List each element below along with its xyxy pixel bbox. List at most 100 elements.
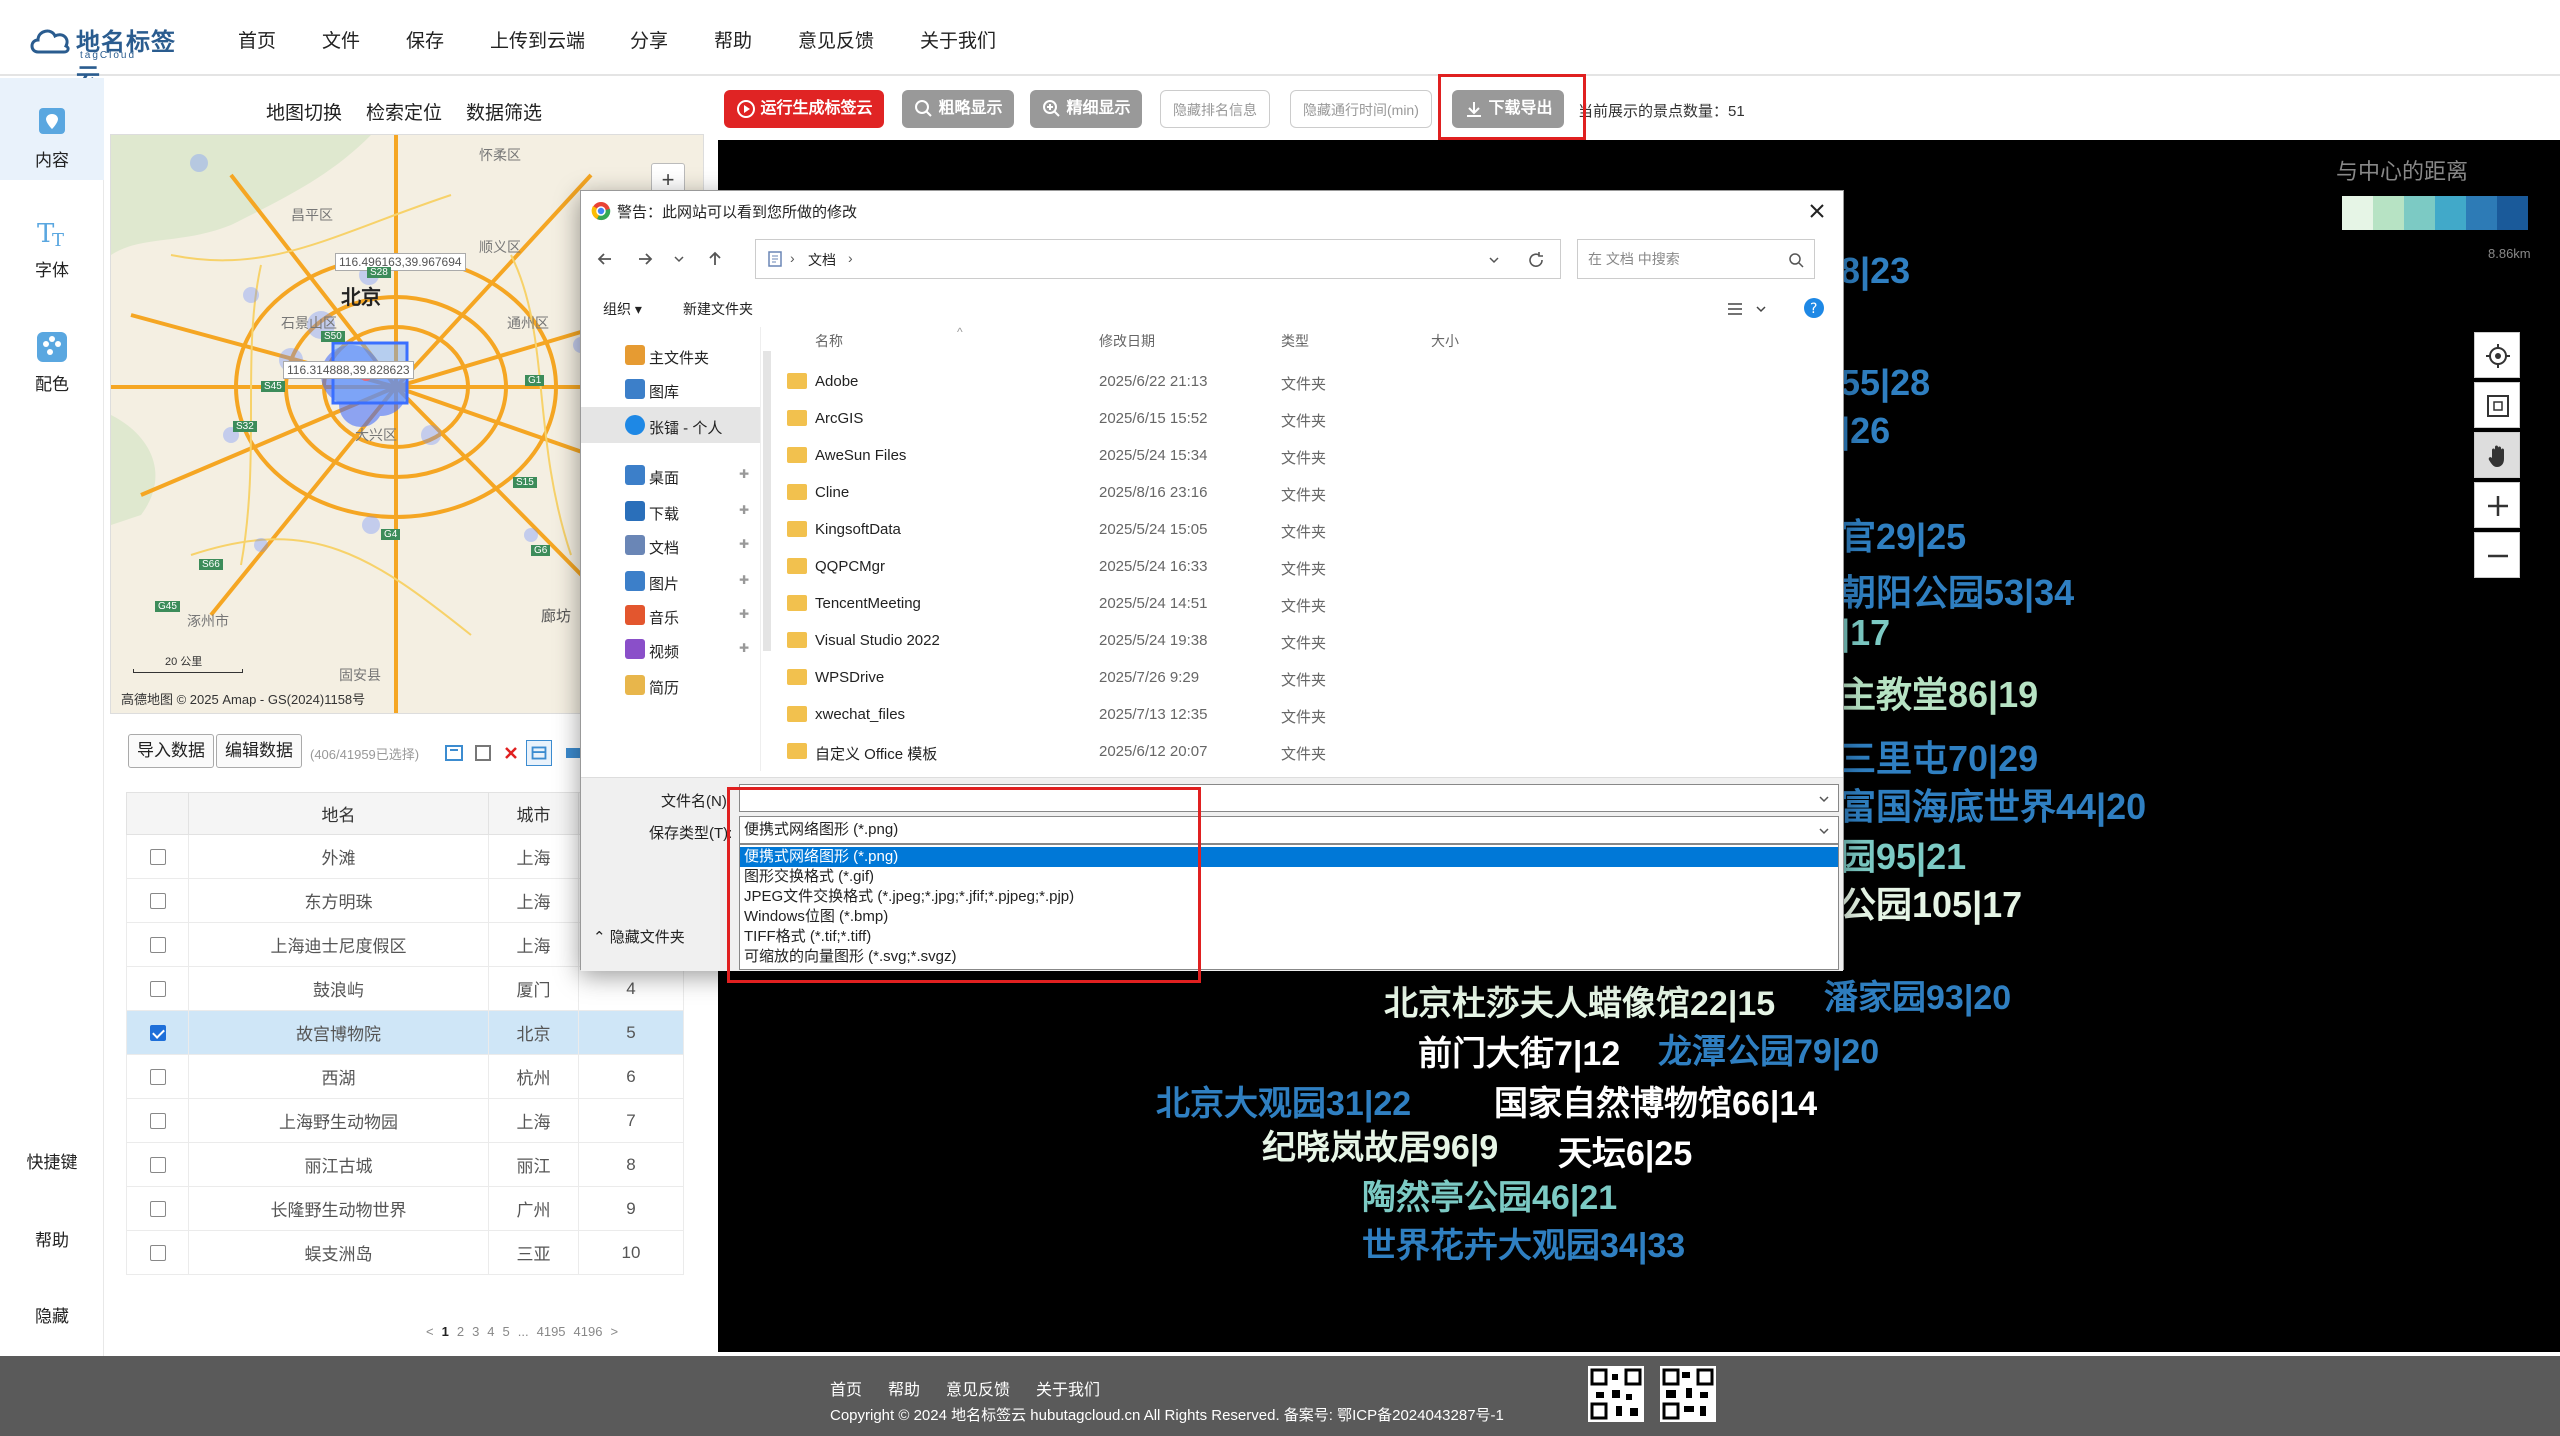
cloud-word[interactable]: 主教堂86|19	[1840, 666, 2038, 718]
table-row[interactable]: 故宫博物院 北京 5	[126, 1010, 684, 1055]
cloud-word[interactable]: 三里屯70|29	[1840, 730, 2038, 782]
cloud-word[interactable]: |17	[1840, 612, 1890, 654]
cloud-word[interactable]: |26	[1840, 410, 1890, 452]
filetype-option[interactable]: 可缩放的向量图形 (*.svg;*.svgz)	[740, 947, 1838, 967]
file-row[interactable]: ArcGIS 2025/6/15 15:52 文件夹	[777, 400, 1845, 437]
row-checkbox[interactable]	[149, 1245, 166, 1262]
cloud-word[interactable]: 北京大观园31|22	[1156, 1076, 1411, 1125]
nav-item[interactable]: 图片 ✚	[581, 563, 760, 599]
cloud-word[interactable]: 园95|21	[1840, 828, 1966, 880]
refresh-icon[interactable]	[442, 740, 468, 766]
cloud-word[interactable]: 天坛6|25	[1558, 1126, 1692, 1175]
footer-about[interactable]: 关于我们	[1036, 1376, 1100, 1400]
cloud-word[interactable]: 潘家园93|20	[1824, 970, 2011, 1019]
zoom-out-button[interactable]	[2474, 532, 2520, 578]
sidebar-hide[interactable]: 隐藏	[0, 1302, 104, 1327]
row-checkbox[interactable]	[149, 1069, 166, 1086]
cloud-word[interactable]: 55|28	[1840, 362, 1930, 404]
row-checkbox[interactable]	[149, 1113, 166, 1130]
new-folder-button[interactable]: 新建文件夹	[683, 299, 753, 319]
row-checkbox[interactable]	[149, 981, 166, 998]
logo[interactable]: 地名标签云 tagCloud	[28, 18, 198, 91]
table-row[interactable]: 长隆野生动物世界 广州 9	[126, 1186, 684, 1231]
file-row[interactable]: WPSDrive 2025/7/26 9:29 文件夹	[777, 659, 1845, 696]
nav-item[interactable]: 桌面 ✚	[581, 457, 760, 493]
row-check-cell[interactable]	[126, 1186, 189, 1231]
page-link[interactable]: 2	[457, 1324, 464, 1339]
row-check-cell[interactable]	[126, 1098, 189, 1143]
row-check-cell[interactable]	[126, 834, 189, 879]
nav-feedback[interactable]: 意见反馈	[798, 26, 874, 53]
nav-item[interactable]: 张镭 - 个人	[581, 407, 760, 443]
back-arrow-icon[interactable]	[595, 249, 615, 269]
page-link[interactable]: 3	[472, 1324, 479, 1339]
organize-button[interactable]: 组织 ▾	[603, 299, 642, 319]
forward-arrow-icon[interactable]	[635, 249, 655, 269]
tab-data-filter[interactable]: 数据筛选	[466, 98, 542, 125]
page-link[interactable]: <	[426, 1324, 434, 1339]
page-link[interactable]: 4195	[537, 1324, 566, 1339]
refresh-icon[interactable]	[1526, 250, 1546, 270]
table-row[interactable]: 鼓浪屿 厦门 4	[126, 966, 684, 1011]
row-check-cell[interactable]	[126, 966, 189, 1011]
hide-time-button[interactable]: 隐藏通行时间(min)	[1290, 90, 1432, 128]
sidebar-item-font[interactable]: T T 字体	[0, 216, 104, 281]
page-link[interactable]: >	[610, 1324, 618, 1339]
cloud-word[interactable]: 前门大街7|12	[1418, 1026, 1620, 1075]
nav-item[interactable]: 音乐 ✚	[581, 597, 760, 633]
copy-icon[interactable]	[470, 740, 496, 766]
pan-button[interactable]	[2474, 432, 2520, 478]
table-row[interactable]: 上海野生动物园 上海 7	[126, 1098, 684, 1143]
row-checkbox[interactable]	[149, 1157, 166, 1174]
search-input[interactable]: 在 文档 中搜索	[1577, 239, 1815, 279]
page-link[interactable]: ...	[518, 1324, 529, 1339]
cloud-word[interactable]: 国家自然博物馆66|14	[1494, 1076, 1817, 1125]
cloud-word[interactable]: 纪晓岚故居96|9	[1262, 1120, 1498, 1169]
cloud-word[interactable]: 8|23	[1840, 250, 1910, 292]
filetype-option[interactable]: JPEG文件交换格式 (*.jpeg;*.jpg;*.jfif;*.pjpeg;…	[740, 887, 1838, 907]
footer-feedback[interactable]: 意见反馈	[946, 1376, 1010, 1400]
file-row[interactable]: QQPCMgr 2025/5/24 16:33 文件夹	[777, 548, 1845, 585]
hide-rank-button[interactable]: 隐藏排名信息	[1160, 90, 1270, 128]
page-link[interactable]: 4196	[574, 1324, 603, 1339]
row-check-cell[interactable]	[126, 1010, 189, 1055]
nav-item[interactable]: 图库	[581, 371, 760, 407]
locate-button[interactable]	[2474, 332, 2520, 378]
nav-item[interactable]: 文档 ✚	[581, 527, 760, 563]
filename-input[interactable]	[739, 784, 1839, 812]
page-link[interactable]: 4	[487, 1324, 494, 1339]
row-check-cell[interactable]	[126, 1054, 189, 1099]
chevron-down-icon[interactable]	[1816, 791, 1832, 807]
up-arrow-icon[interactable]	[705, 249, 725, 269]
row-checkbox[interactable]	[149, 849, 166, 866]
cloud-word[interactable]: 龙潭公园79|20	[1658, 1024, 1879, 1073]
col-city[interactable]: 城市	[488, 792, 579, 835]
help-icon[interactable]: ?	[1803, 297, 1825, 319]
footer-help[interactable]: 帮助	[888, 1376, 920, 1400]
hide-folders-button[interactable]: ⌃ 隐藏文件夹	[593, 926, 685, 947]
nav-about[interactable]: 关于我们	[920, 26, 996, 53]
nav-save[interactable]: 保存	[406, 26, 444, 53]
col-name[interactable]: 地名	[188, 792, 489, 835]
row-checkbox[interactable]	[149, 1025, 166, 1042]
file-row[interactable]: AweSun Files 2025/5/24 15:34 文件夹	[777, 437, 1845, 474]
cloud-word[interactable]: 富国海底世界44|20	[1840, 778, 2146, 830]
chevron-down-icon[interactable]	[1486, 252, 1502, 268]
nav-item[interactable]: 下载 ✚	[581, 493, 760, 529]
fit-view-button[interactable]	[2474, 382, 2520, 428]
delete-icon[interactable]	[498, 740, 524, 766]
edit-data-button[interactable]: 编辑数据	[216, 734, 302, 768]
nav-item[interactable]: 视频 ✚	[581, 631, 760, 667]
row-check-cell[interactable]	[126, 1230, 189, 1275]
page-link[interactable]: 5	[503, 1324, 510, 1339]
view-options-icon[interactable]	[1725, 299, 1745, 319]
nav-item[interactable]: 简历	[581, 667, 760, 703]
cloud-word[interactable]: 北京杜莎夫人蜡像馆22|15	[1384, 976, 1775, 1025]
footer-home[interactable]: 首页	[830, 1376, 862, 1400]
chevron-down-icon[interactable]	[671, 251, 687, 267]
tab-map-switch[interactable]: 地图切换	[266, 98, 342, 125]
nav-upload[interactable]: 上传到云端	[490, 26, 585, 53]
table-view-icon[interactable]	[526, 740, 552, 766]
filetype-option[interactable]: TIFF格式 (*.tif;*.tiff)	[740, 927, 1838, 947]
nav-item[interactable]: 主文件夹	[581, 337, 760, 373]
